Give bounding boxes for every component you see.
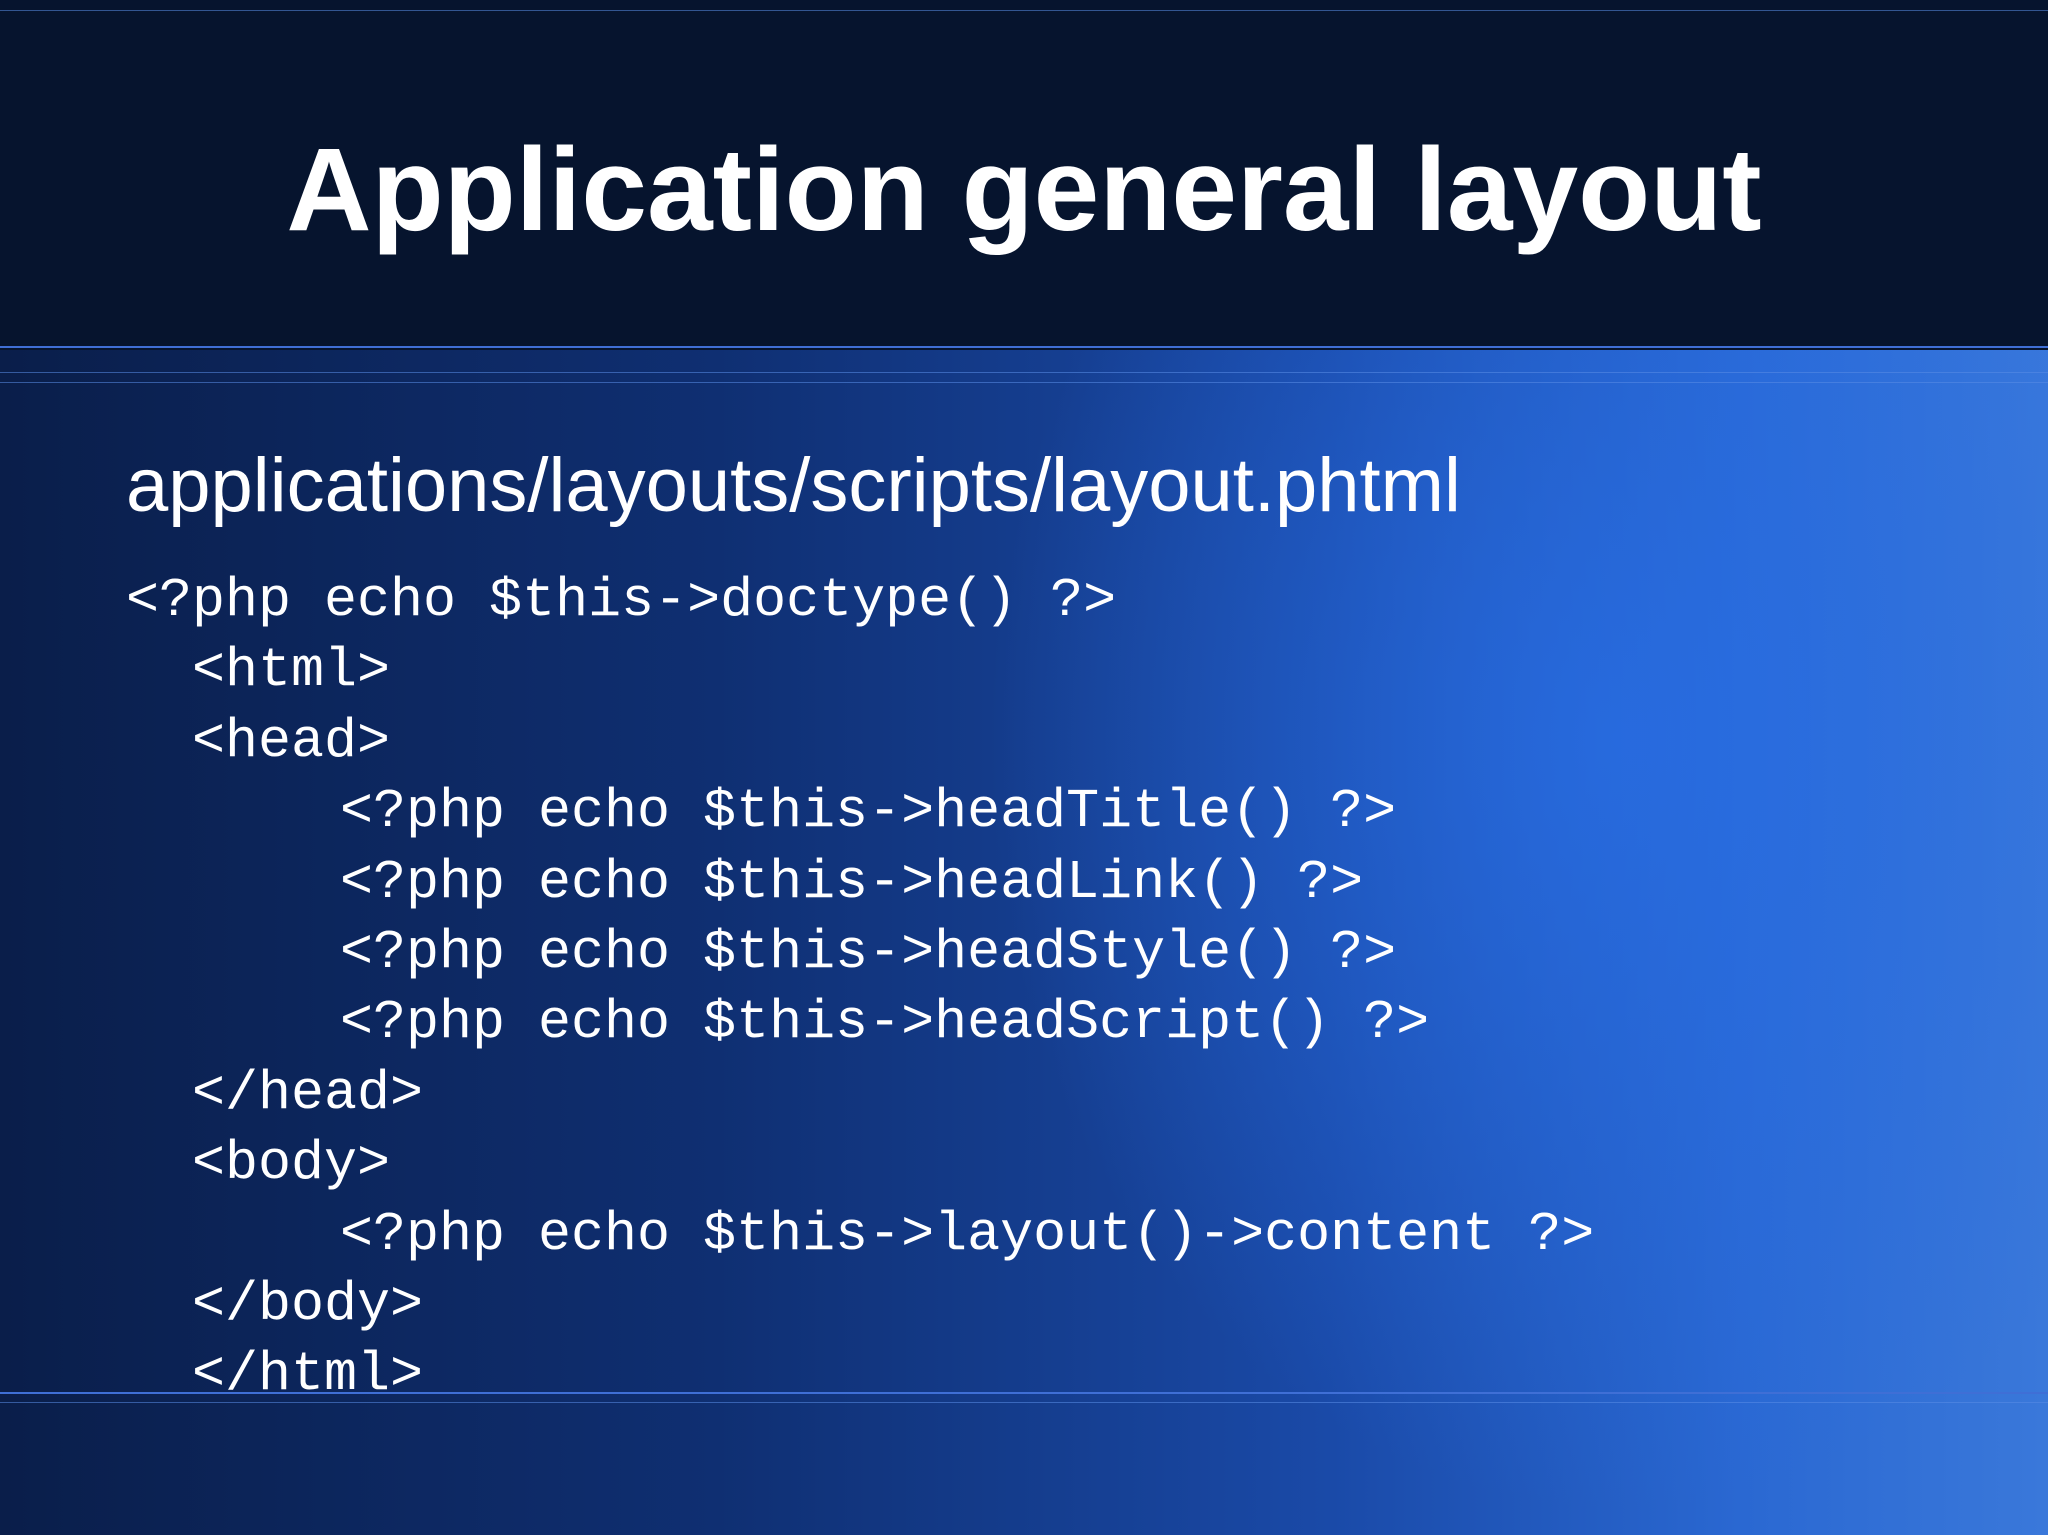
- code-line: </html>: [192, 1343, 424, 1407]
- code-line: <?php echo $this->headLink() ?>: [340, 850, 1364, 914]
- code-line: <?php echo $this->headScript() ?>: [340, 991, 1430, 1055]
- file-path-heading: applications/layouts/scripts/layout.phtm…: [126, 443, 1461, 528]
- top-divider-line: [0, 10, 2048, 11]
- header-divider-line-tertiary: [0, 382, 2048, 383]
- header-divider-line: [0, 346, 2048, 348]
- code-line: <?php echo $this->layout()->content ?>: [340, 1202, 1595, 1266]
- code-line: <?php echo $this->doctype() ?>: [126, 569, 1117, 632]
- code-line: <body>: [192, 1132, 391, 1196]
- code-line: <?php echo $this->headStyle() ?>: [340, 920, 1397, 984]
- code-line: </head>: [192, 1061, 424, 1125]
- code-line: <head>: [192, 709, 391, 773]
- code-block: <?php echo $this->doctype() ?> <html> <h…: [126, 566, 1594, 1411]
- slide-title: Application general layout: [286, 124, 1762, 256]
- slide: Application general layout applications/…: [0, 0, 2048, 1535]
- code-line: <html>: [192, 639, 391, 703]
- code-line: </body>: [192, 1272, 424, 1336]
- code-line: <?php echo $this->headTitle() ?>: [340, 780, 1397, 844]
- header-divider-line-secondary: [0, 372, 2048, 373]
